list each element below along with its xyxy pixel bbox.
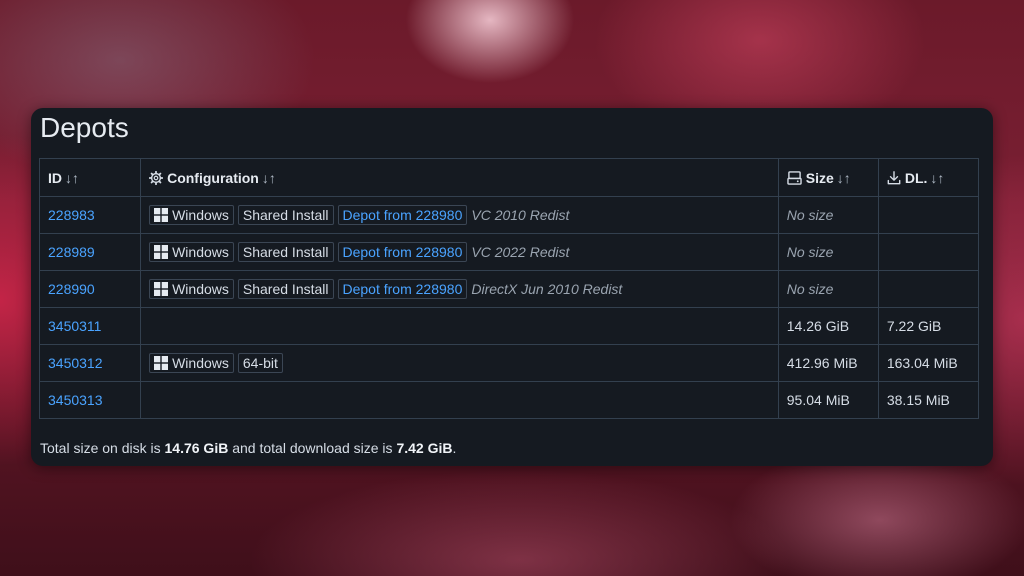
download-size-cell <box>877 270 980 308</box>
sort-icon[interactable]: ↓↑ <box>65 170 79 186</box>
depot-id-link[interactable]: 3450311 <box>48 318 101 334</box>
os-badge: Windows <box>149 242 234 262</box>
summary-prefix: Total size on disk is <box>40 440 165 456</box>
size-cell: No size <box>777 270 879 308</box>
size-cell: 14.26 GiB <box>777 307 879 345</box>
summary-middle: and total download size is <box>228 440 397 456</box>
configuration-cell: Windows 64-bit <box>140 344 779 382</box>
total-size-summary: Total size on disk is 14.76 GiB and tota… <box>40 440 456 456</box>
disk-icon <box>787 170 802 185</box>
shared-install-badge: Shared Install <box>237 242 334 262</box>
os-label: Windows <box>172 355 229 371</box>
table-row: 228990 Windows Shared Install Depot from 2… <box>38 270 980 308</box>
depot-id-link[interactable]: 228989 <box>48 244 95 260</box>
column-header-label: ID <box>48 169 62 186</box>
architecture-badge: 64-bit <box>237 353 283 373</box>
configuration-cell: Windows Shared Install Depot from 228980 Di… <box>140 270 779 308</box>
download-size-cell: 7.22 GiB <box>877 307 980 345</box>
shared-install-badge: Shared Install <box>237 279 334 299</box>
configuration-cell: Windows Shared Install Depot from 228980 VC… <box>140 233 779 271</box>
depot-from-link[interactable]: Depot from 228980 <box>337 205 468 225</box>
table-row: 228989 Windows Shared Install Depot from 2… <box>38 233 980 271</box>
depot-id-cell: 228983 <box>38 196 142 234</box>
depots-table: ID ↓↑ Configuration ↓↑ Size ↓↑ DL. ↓↑ 22… <box>38 158 980 419</box>
size-cell: 95.04 MiB <box>777 381 879 419</box>
sort-icon[interactable]: ↓↑ <box>837 170 851 186</box>
column-header-label: DL. <box>904 169 928 186</box>
os-label: Windows <box>172 207 229 223</box>
table-row: 228983 Windows Shared Install Depot from 2… <box>38 196 980 234</box>
os-label: Windows <box>172 281 229 297</box>
depots-panel: Depots ID ↓↑ Configuration ↓↑ Size ↓↑ DL… <box>31 108 993 466</box>
download-size-cell <box>877 196 980 234</box>
column-header-download[interactable]: DL. ↓↑ <box>877 158 980 197</box>
table-header-row: ID ↓↑ Configuration ↓↑ Size ↓↑ DL. ↓↑ <box>38 158 980 197</box>
shared-install-badge: Shared Install <box>237 205 334 225</box>
depot-id-cell: 228989 <box>38 233 142 271</box>
configuration-cell <box>140 307 779 345</box>
summary-suffix: . <box>452 440 457 456</box>
depot-id-cell: 228990 <box>38 270 142 308</box>
depot-from-link[interactable]: Depot from 228980 <box>337 279 468 299</box>
depot-id-cell: 3450312 <box>38 344 142 382</box>
table-row: 3450312 Windows 64-bit 412.96 MiB 163.04 … <box>38 344 980 382</box>
sort-icon[interactable]: ↓↑ <box>930 170 944 186</box>
windows-icon <box>154 282 169 296</box>
download-total-value: 7.42 GiB <box>396 440 453 456</box>
os-badge: Windows <box>149 279 234 299</box>
os-badge: Windows <box>149 205 234 225</box>
table-row: 3450311 14.26 GiB 7.22 GiB <box>38 307 980 345</box>
download-icon <box>887 170 901 184</box>
windows-icon <box>154 356 169 370</box>
download-size-cell <box>877 233 980 271</box>
download-size-cell: 163.04 MiB <box>877 344 980 382</box>
size-cell: No size <box>777 196 879 234</box>
size-cell: No size <box>777 233 879 271</box>
os-label: Windows <box>172 244 229 260</box>
column-header-configuration[interactable]: Configuration ↓↑ <box>140 158 779 197</box>
column-header-size[interactable]: Size ↓↑ <box>777 158 879 197</box>
depot-id-cell: 3450313 <box>38 381 142 419</box>
depot-note: VC 2010 Redist <box>471 207 570 223</box>
sort-icon[interactable]: ↓↑ <box>262 170 276 186</box>
download-size-cell: 38.15 MiB <box>877 381 980 419</box>
depot-id-cell: 3450311 <box>38 307 142 345</box>
configuration-cell: Windows Shared Install Depot from 228980 VC… <box>140 196 779 234</box>
windows-icon <box>154 245 169 259</box>
configuration-cell <box>140 381 779 419</box>
depot-id-link[interactable]: 228990 <box>48 281 95 297</box>
table-row: 3450313 95.04 MiB 38.15 MiB <box>38 381 980 419</box>
depot-note: DirectX Jun 2010 Redist <box>471 281 623 297</box>
depot-id-link[interactable]: 3450312 <box>48 355 103 371</box>
windows-icon <box>154 208 169 222</box>
section-title: Depots <box>40 112 129 143</box>
depot-from-link[interactable]: Depot from 228980 <box>337 242 468 262</box>
depot-id-link[interactable]: 228983 <box>48 207 95 223</box>
depot-id-link[interactable]: 3450313 <box>48 392 103 408</box>
os-badge: Windows <box>149 353 234 373</box>
size-cell: 412.96 MiB <box>777 344 879 382</box>
column-header-label: Configuration <box>167 169 259 186</box>
gear-icon <box>149 170 164 185</box>
disk-total-value: 14.76 GiB <box>164 440 229 456</box>
column-header-id[interactable]: ID ↓↑ <box>38 158 142 197</box>
column-header-label: Size <box>805 169 834 186</box>
depot-note: VC 2022 Redist <box>471 244 570 260</box>
